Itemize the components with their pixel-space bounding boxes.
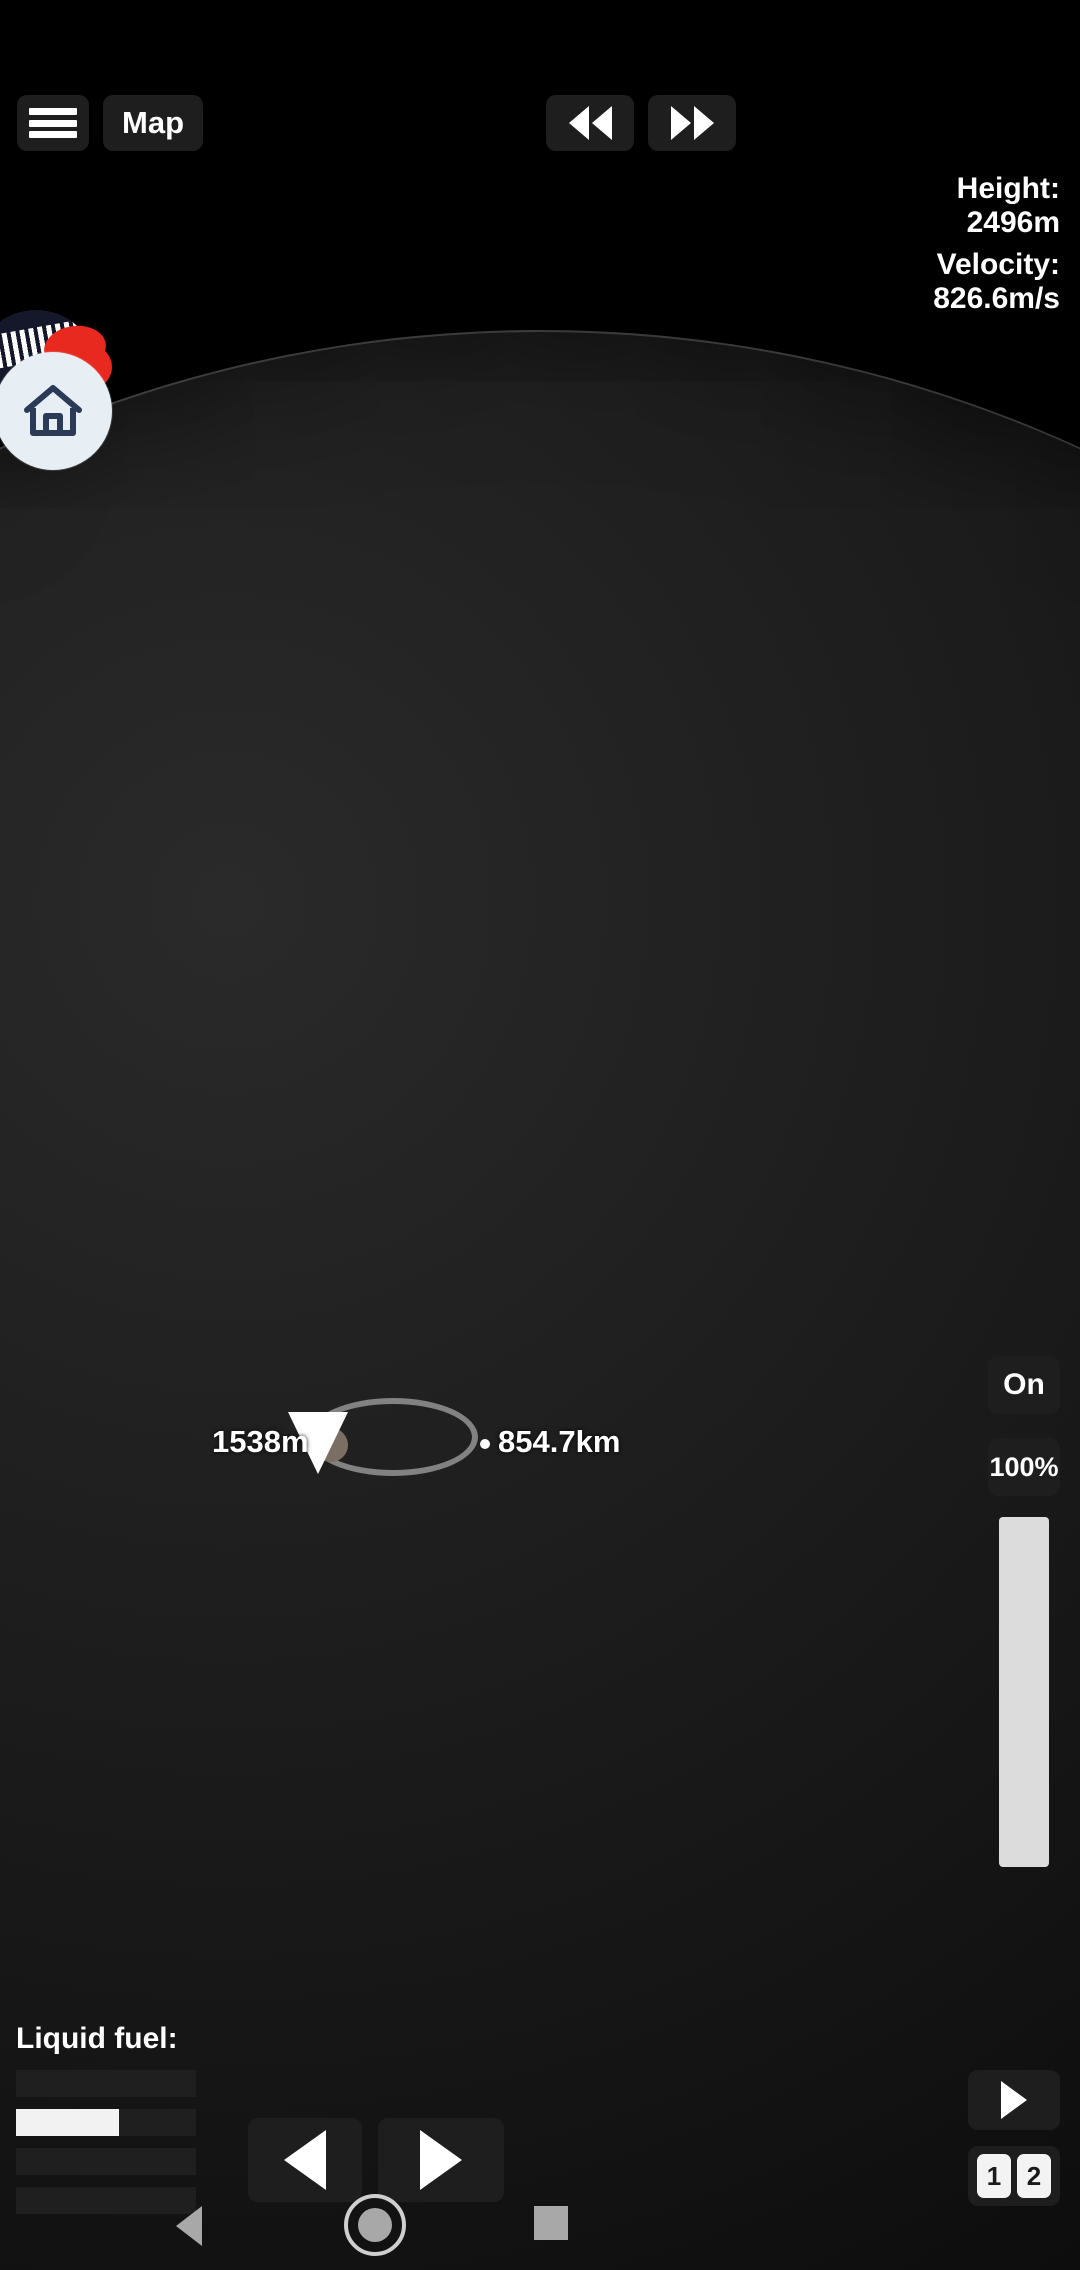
timewarp-decrease-button[interactable] bbox=[546, 95, 634, 151]
velocity-value: 826.6m/s bbox=[933, 281, 1060, 315]
fuel-bar bbox=[16, 2109, 196, 2136]
rotate-left-button[interactable] bbox=[248, 2118, 362, 2202]
stage-chip-1-label: 1 bbox=[986, 2160, 1002, 2191]
orbit-node-dot-icon bbox=[480, 1439, 490, 1449]
android-recents-icon[interactable] bbox=[534, 2206, 568, 2240]
fuel-bar-fill bbox=[16, 2109, 119, 2136]
android-home-icon[interactable] bbox=[344, 2194, 406, 2256]
menu-button[interactable] bbox=[17, 95, 89, 151]
map-button[interactable]: Map bbox=[103, 95, 203, 151]
rewind-icon bbox=[568, 106, 612, 140]
rotate-right-button[interactable] bbox=[378, 2118, 504, 2202]
throttle-percent-label: 100% bbox=[989, 1451, 1059, 1482]
periapsis-label: 1538m bbox=[212, 1424, 309, 1459]
play-triangle-icon bbox=[1001, 2081, 1027, 2119]
fuel-bar bbox=[16, 2148, 196, 2175]
height-value: 2496m bbox=[966, 205, 1060, 239]
height-readout: Height: 2496m bbox=[933, 172, 1060, 240]
apoapsis-label: 854.7km bbox=[498, 1424, 621, 1459]
game-screen: Map Height: 2496m Velocity: 826.6m/s 153… bbox=[0, 0, 1080, 2270]
timewarp-increase-button[interactable] bbox=[648, 95, 736, 151]
orbit-diagram: 1538m 854.7km bbox=[212, 1390, 770, 1490]
throttle-slider-fill bbox=[999, 1517, 1049, 1867]
stage-activate-button[interactable] bbox=[968, 2070, 1060, 2130]
telemetry-readout: Height: 2496m Velocity: 826.6m/s bbox=[933, 172, 1060, 324]
throttle-percent-display[interactable]: 100% bbox=[988, 1438, 1060, 1496]
hamburger-menu-icon bbox=[29, 108, 77, 138]
planet-horizon-rim bbox=[0, 330, 1080, 2270]
velocity-readout: Velocity: 826.6m/s bbox=[933, 248, 1060, 316]
stage-chip-2-label: 2 bbox=[1026, 2160, 1042, 2191]
launch-site-marker[interactable] bbox=[0, 310, 124, 482]
engine-state-label: On bbox=[1003, 1368, 1045, 1401]
android-navigation-bar bbox=[0, 2192, 1080, 2270]
triangle-right-icon bbox=[420, 2130, 462, 2190]
map-button-label: Map bbox=[122, 105, 184, 140]
fuel-gauge-title: Liquid fuel: bbox=[16, 2022, 178, 2055]
triangle-left-icon bbox=[284, 2130, 326, 2190]
android-back-icon[interactable] bbox=[176, 2206, 202, 2246]
fuel-bar bbox=[16, 2070, 196, 2097]
fast-forward-icon bbox=[670, 106, 714, 140]
velocity-label: Velocity: bbox=[936, 247, 1060, 281]
engine-toggle-button[interactable]: On bbox=[988, 1356, 1060, 1414]
home-icon bbox=[0, 352, 112, 470]
height-label: Height: bbox=[956, 172, 1060, 205]
throttle-slider[interactable] bbox=[999, 1517, 1049, 1867]
